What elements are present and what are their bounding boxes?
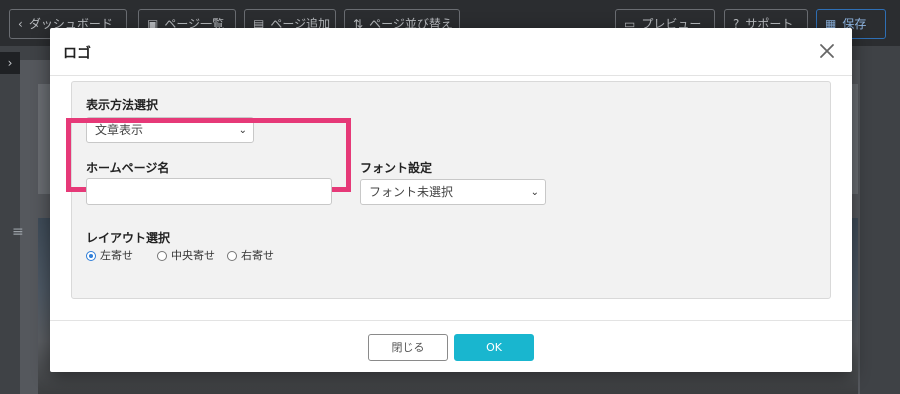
chevron-down-icon: ⌄ — [530, 187, 539, 198]
font-select-value: フォント未選択 — [369, 185, 454, 199]
dialog-title: ロゴ — [63, 46, 91, 62]
close-button[interactable]: 閉じる — [368, 334, 448, 361]
logo-dialog: ロゴ 表示方法選択 文章表示 ⌄ ホームページ名 フォント設定 フォント未選択 … — [50, 28, 852, 372]
radio-unchecked-icon — [157, 251, 167, 261]
hamburger-icon[interactable]: ≡ — [12, 224, 24, 240]
radio-center-align-label: 中央寄せ — [171, 249, 215, 262]
radio-unchecked-icon — [227, 251, 237, 261]
display-method-label: 表示方法選択 — [86, 98, 159, 112]
dialog-footer: 閉じる OK — [50, 320, 852, 372]
radio-left-align-label: 左寄せ — [100, 249, 133, 262]
font-select[interactable]: フォント未選択 ⌄ — [360, 179, 546, 205]
radio-right-align-label: 右寄せ — [241, 249, 274, 262]
ok-button[interactable]: OK — [454, 334, 534, 361]
radio-checked-icon — [86, 251, 96, 261]
close-icon[interactable] — [816, 40, 838, 62]
homepage-name-input[interactable] — [86, 178, 332, 205]
font-setting-label: フォント設定 — [360, 161, 433, 175]
chevron-left-icon: ‹ — [18, 17, 23, 31]
dialog-header: ロゴ — [50, 28, 852, 76]
sidebar-toggle-icon[interactable]: › — [0, 52, 20, 74]
layout-label: レイアウト選択 — [86, 231, 171, 245]
homepage-name-label: ホームページ名 — [86, 161, 170, 175]
